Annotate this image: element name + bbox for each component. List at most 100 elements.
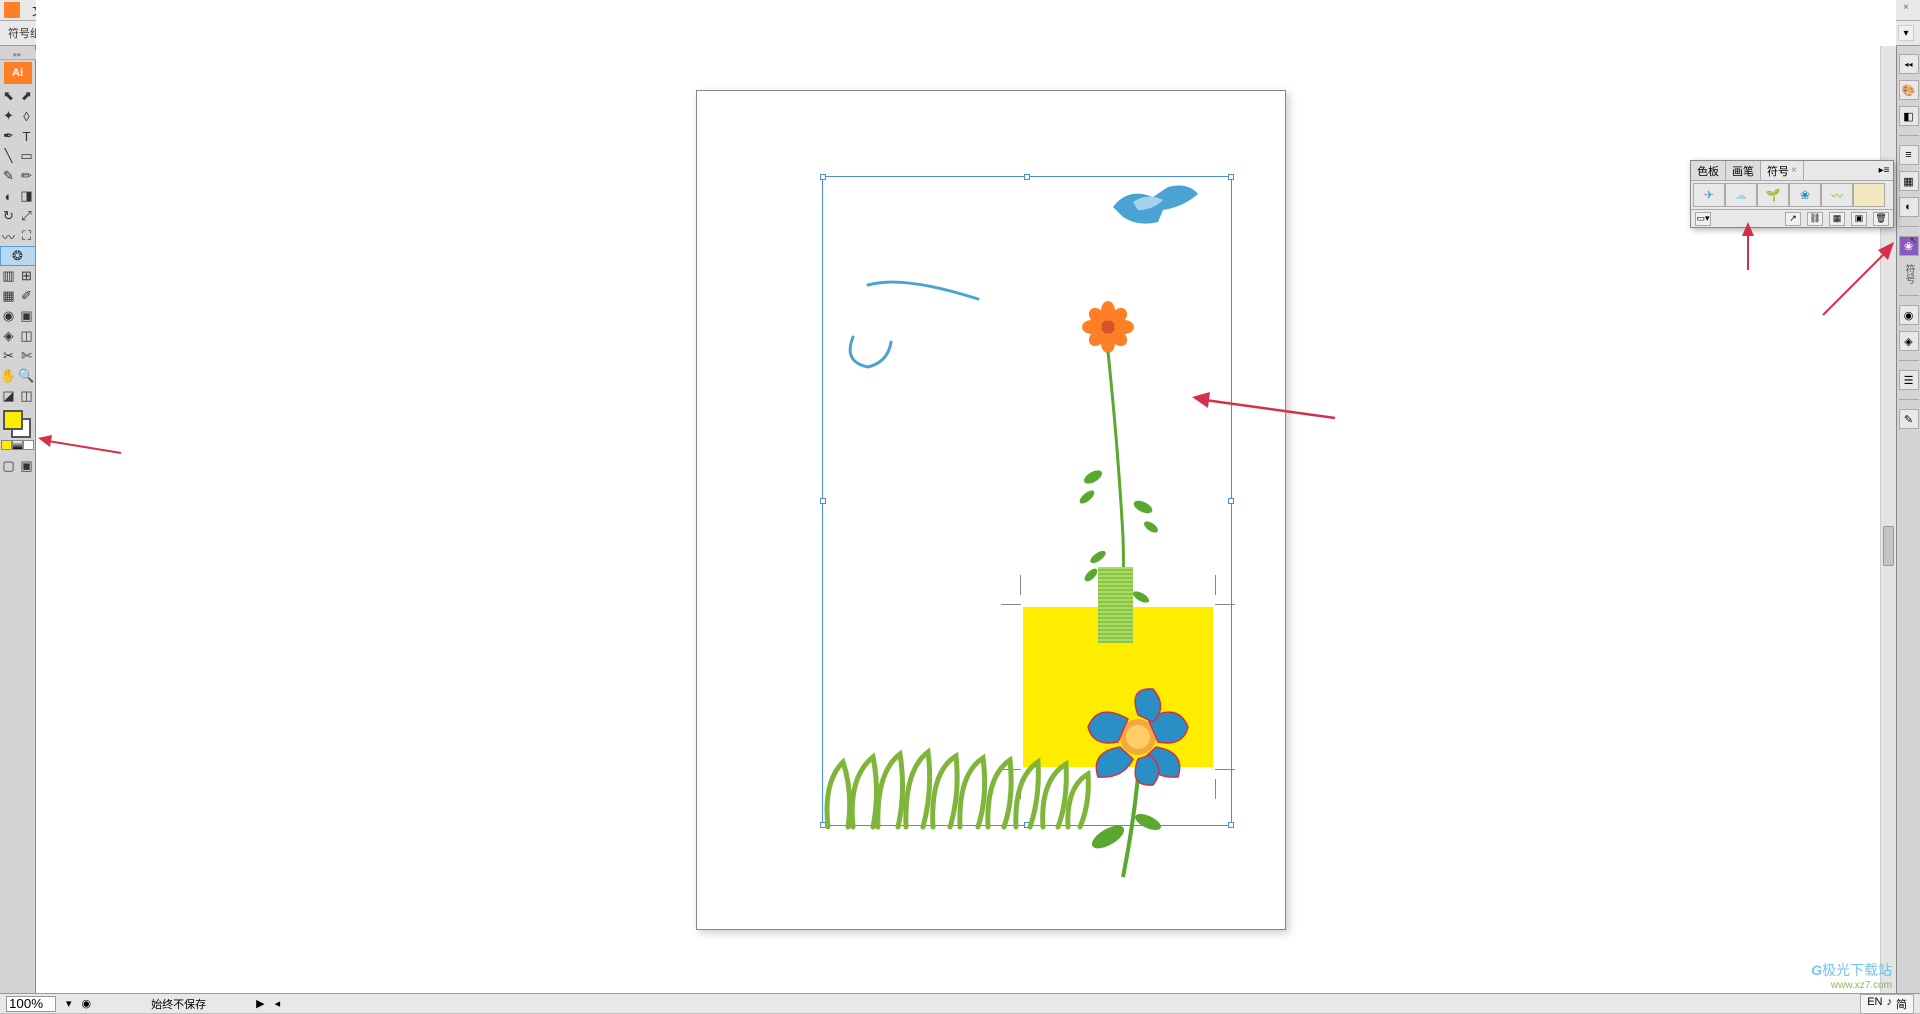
status-scroll-left-icon[interactable]: ◂ xyxy=(275,997,281,1010)
autosave-status-label: 始终不保存 xyxy=(151,996,206,1012)
mesh-tool[interactable]: ⊞ xyxy=(18,266,36,286)
layers-panel-icon[interactable]: ☰ xyxy=(1899,370,1919,390)
scissors-tool[interactable]: ✄ xyxy=(18,346,36,366)
new-symbol-button[interactable]: ▣ xyxy=(1851,212,1867,226)
symbol-options-button[interactable]: ▦ xyxy=(1829,212,1845,226)
graphic-styles-panel-icon[interactable]: ◈ xyxy=(1899,331,1919,351)
warp-tool[interactable]: 〰 xyxy=(0,226,18,246)
close-icon[interactable]: × xyxy=(1791,165,1797,176)
color-mode-row xyxy=(1,440,35,452)
color-mode-none[interactable] xyxy=(23,440,34,450)
live-paint-tool[interactable]: ▣ xyxy=(18,306,36,326)
hand-tool[interactable]: ✋ xyxy=(0,366,18,386)
watermark: G极光下载站 www.xz7.com xyxy=(1811,960,1892,991)
panel-header: 色板 画笔 符号× ▸≡ xyxy=(1691,161,1893,181)
cursor-arrow-icon: ↖ xyxy=(1909,235,1917,246)
selection-bounding-box[interactable] xyxy=(822,176,1232,826)
symbol-swatch-tree[interactable]: ❀ xyxy=(1789,183,1821,207)
tab-symbols[interactable]: 符号× xyxy=(1761,161,1804,180)
vertical-scrollbar-thumb[interactable] xyxy=(1883,526,1894,566)
paintbrush-tool[interactable]: ✎ xyxy=(0,166,18,186)
screen-mode-normal[interactable]: ▢ xyxy=(0,456,18,476)
crop-mark-tl xyxy=(991,575,1021,605)
eyedropper-tool[interactable]: ✐ xyxy=(18,286,36,306)
handle-top-left[interactable] xyxy=(820,174,826,180)
appearance-panel-icon[interactable]: ◉ xyxy=(1899,305,1919,325)
symbol-swatch-blank[interactable] xyxy=(1853,183,1885,207)
lang-en: EN xyxy=(1867,996,1882,1012)
canvas-area[interactable] xyxy=(36,0,1896,1013)
right-dock: ◂◂ 🎨 ◧ ≡ ▦ ◐ ❀ ↖ 符号 ◉ ◈ ☰ ✎ xyxy=(1896,46,1920,993)
panel-menu-icon[interactable]: ▸≡ xyxy=(1875,161,1893,180)
type-tool[interactable]: T xyxy=(18,126,36,146)
rectangle-tool[interactable]: ▭ xyxy=(18,146,36,166)
fill-stroke-indicator[interactable] xyxy=(3,410,33,438)
ai-logo: Ai xyxy=(4,62,32,84)
symbols-dock-label[interactable]: 符号 xyxy=(1901,264,1916,284)
scale-tool[interactable]: ⤢ xyxy=(18,206,36,226)
selection-tool[interactable]: ⬉ xyxy=(0,86,18,106)
direct-selection-tool[interactable]: ⬈ xyxy=(18,86,36,106)
close-button[interactable]: × xyxy=(1896,2,1916,16)
artboard-nav-icon[interactable]: ◉ xyxy=(82,997,92,1010)
free-transform-tool[interactable]: ⛶ xyxy=(18,226,36,246)
symbol-sprayer-tool[interactable]: ❂ xyxy=(0,246,36,266)
break-link-button[interactable]: ⛓ xyxy=(1807,212,1823,226)
column-graph-tool[interactable]: ▥ xyxy=(0,266,18,286)
toggle-fill-stroke-tool[interactable]: ◪ xyxy=(0,386,18,406)
bird-symbol xyxy=(1103,182,1203,237)
transparency-panel-icon[interactable]: ◐ xyxy=(1899,197,1919,217)
slice-tool[interactable]: ✂ xyxy=(0,346,18,366)
magic-wand-tool[interactable]: ✦ xyxy=(0,106,18,126)
symbol-swatch-row: ✈ ☁ 🌱 ❀ 〰 xyxy=(1691,181,1893,209)
pen-tool[interactable]: ✒ xyxy=(0,126,18,146)
stroke-panel-icon[interactable]: ≡ xyxy=(1899,145,1919,165)
handle-bottom-right[interactable] xyxy=(1228,822,1234,828)
place-symbol-instance-button[interactable]: ↗ xyxy=(1785,212,1801,226)
color-panel-icon[interactable]: ◧ xyxy=(1899,106,1919,126)
blend-tool[interactable]: ◉ xyxy=(0,306,18,326)
rotate-tool[interactable]: ↻ xyxy=(0,206,18,226)
symbol-libraries-menu[interactable]: ▭▾ xyxy=(1695,212,1711,226)
toolbox-expand-handle[interactable]: ▸▸ xyxy=(0,50,36,60)
language-indicator[interactable]: EN ♪ 简 xyxy=(1860,994,1914,1014)
color-mode-gradient[interactable] xyxy=(12,440,23,450)
gradient-tool[interactable]: ▦ xyxy=(0,286,18,306)
delete-symbol-button[interactable]: 🗑 xyxy=(1873,212,1889,226)
symbol-swatch-cloud[interactable]: ☁ xyxy=(1725,183,1757,207)
zoom-dropdown-icon[interactable]: ▾ xyxy=(66,997,72,1010)
handle-mid-left[interactable] xyxy=(820,498,826,504)
eraser-tool[interactable]: ◨ xyxy=(18,186,36,206)
lasso-tool[interactable]: ◊ xyxy=(18,106,36,126)
blob-brush-tool[interactable]: ◐ xyxy=(0,186,18,206)
symbol-swatch-grass[interactable]: 〰 xyxy=(1821,183,1853,207)
live-paint-selection-tool[interactable]: ◈ xyxy=(0,326,18,346)
zoom-tool[interactable]: 🔍 xyxy=(18,366,36,386)
symbol-swatch-bird[interactable]: ✈ xyxy=(1693,183,1725,207)
cloud-stroke-2 xyxy=(843,332,903,372)
symbols-panel: 色板 画笔 符号× ▸≡ ✈ ☁ 🌱 ❀ 〰 ▭▾ ↗ ⛓ ▦ ▣ 🗑 xyxy=(1690,160,1894,228)
zoom-input[interactable] xyxy=(6,996,56,1012)
handle-mid-right[interactable] xyxy=(1228,498,1234,504)
tools-panel-icon[interactable]: 🎨 xyxy=(1899,80,1919,100)
status-play-icon[interactable]: ▶ xyxy=(256,997,264,1010)
crop-area-tool[interactable]: ◫ xyxy=(18,326,36,346)
dock-expand-handle[interactable]: ◂◂ xyxy=(1899,54,1919,74)
tab-swatches[interactable]: 色板 xyxy=(1691,161,1726,180)
fill-color-swatch[interactable] xyxy=(3,410,23,430)
gradient-panel-icon[interactable]: ▦ xyxy=(1899,171,1919,191)
tab-brushes[interactable]: 画笔 xyxy=(1726,161,1761,180)
brushes-panel-icon[interactable]: ✎ xyxy=(1899,409,1919,429)
lang-short: 简 xyxy=(1896,996,1907,1012)
color-mode-solid[interactable] xyxy=(1,440,12,450)
workspace-switcher-icon[interactable]: ▾ xyxy=(1898,25,1914,41)
screen-mode-full[interactable]: ▣ xyxy=(18,456,36,476)
pencil-tool[interactable]: ✏ xyxy=(18,166,36,186)
handle-top-right[interactable] xyxy=(1228,174,1234,180)
default-fill-stroke-tool[interactable]: ◫ xyxy=(18,386,36,406)
handle-top-mid[interactable] xyxy=(1024,174,1030,180)
dock-separator xyxy=(1899,360,1919,361)
symbol-swatch-plant[interactable]: 🌱 xyxy=(1757,183,1789,207)
dock-separator xyxy=(1899,135,1919,136)
line-tool[interactable]: ╲ xyxy=(0,146,18,166)
